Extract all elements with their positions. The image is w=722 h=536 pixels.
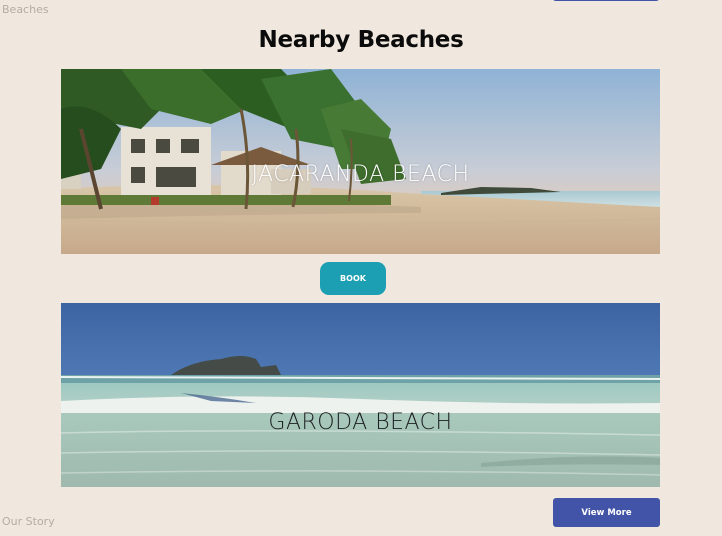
beach-name-garoda: GARODA BEACH [268,410,453,435]
garoda-beach-photo [61,303,660,487]
book-button[interactable]: BOOK [320,262,386,295]
page: Beaches Nearby Beaches JACARANDA BEACH B… [0,0,722,536]
beach-card-garoda[interactable]: GARODA BEACH [61,303,660,487]
section-title: Nearby Beaches [258,27,464,53]
beach-card-jacaranda[interactable]: JACARANDA BEACH [61,69,660,254]
nav-link-beaches[interactable]: Beaches [2,3,49,16]
view-more-button[interactable]: View More [553,498,660,527]
beach-name-jacaranda: JACARANDA BEACH [251,162,470,187]
top-button[interactable] [553,0,659,1]
nav-link-our-story[interactable]: Our Story [2,515,55,528]
